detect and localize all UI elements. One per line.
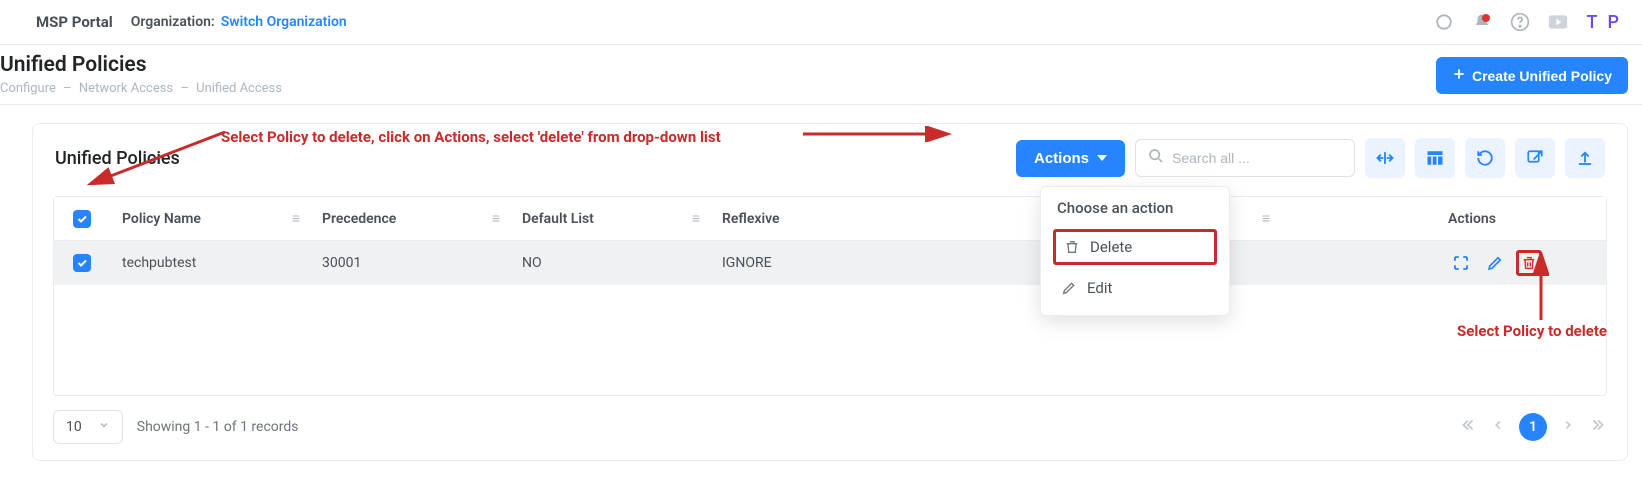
columns-button[interactable] — [1415, 138, 1455, 178]
dropdown-delete-label: Delete — [1090, 238, 1132, 256]
row-checkbox[interactable] — [73, 254, 91, 272]
select-all-checkbox[interactable] — [73, 210, 91, 228]
help-icon[interactable] — [1510, 12, 1530, 32]
breadcrumb-item[interactable]: Configure — [0, 81, 56, 96]
col-default-list[interactable]: Default List ≡ — [510, 197, 710, 240]
caret-down-icon — [1097, 155, 1107, 161]
col-reflexive[interactable]: Reflexive≡ — [710, 197, 1090, 240]
table-row[interactable]: techpubtest 30001 NO IGNORE YES — [54, 241, 1606, 285]
breadcrumb: Configure – Network Access – Unified Acc… — [0, 81, 282, 96]
pager-last[interactable] — [1589, 416, 1607, 438]
notifications-icon[interactable] — [1472, 12, 1492, 32]
actions-button-label: Actions — [1034, 150, 1089, 167]
dropdown-item-edit[interactable]: Edit — [1053, 273, 1217, 303]
plus-icon — [1452, 67, 1466, 84]
dropdown-title: Choose an action — [1053, 199, 1217, 217]
col-policy-name-label: Policy Name — [122, 211, 201, 227]
create-button-label: Create Unified Policy — [1472, 68, 1612, 84]
page-size-select[interactable]: 10 — [53, 410, 123, 444]
annotation-right: Select Policy to delete — [1457, 322, 1607, 340]
upload-button[interactable] — [1565, 138, 1605, 178]
grip-icon: ≡ — [692, 210, 698, 227]
pager-prev[interactable] — [1491, 418, 1505, 436]
status-circle-icon[interactable] — [1434, 12, 1454, 32]
row-expand-button[interactable] — [1448, 250, 1474, 276]
col-policy-name[interactable]: Policy Name ≡ — [110, 197, 310, 240]
resize-columns-button[interactable] — [1365, 138, 1405, 178]
msp-portal-label: MSP Portal — [36, 13, 113, 31]
records-info: Showing 1 - 1 of 1 records — [137, 419, 299, 435]
row-delete-button[interactable] — [1516, 250, 1542, 276]
page-title: Unified Policies — [0, 53, 282, 77]
chevron-down-icon — [98, 419, 110, 435]
pager-first[interactable] — [1459, 416, 1477, 438]
col-actions: Actions — [1436, 197, 1606, 240]
breadcrumb-item[interactable]: Network Access — [79, 81, 173, 96]
search-input[interactable] — [1172, 150, 1342, 166]
grip-icon: ≡ — [492, 210, 498, 227]
col-reflexive-label: Reflexive — [722, 211, 780, 227]
video-icon[interactable] — [1548, 12, 1568, 32]
actions-dropdown-button[interactable]: Actions — [1016, 140, 1125, 177]
grip-icon: ≡ — [292, 210, 298, 227]
col-precedence[interactable]: Precedence ≡ — [310, 197, 510, 240]
user-avatar[interactable]: T P — [1586, 12, 1622, 33]
col-default-list-label: Default List — [522, 211, 594, 227]
annotation-instruction: Select Policy to delete, click on Action… — [221, 128, 721, 146]
col-precedence-label: Precedence — [322, 211, 396, 227]
cell-reflexive: IGNORE — [710, 241, 1090, 285]
cell-policy-name: techpubtest — [110, 241, 310, 285]
page-size-value: 10 — [66, 419, 82, 435]
row-edit-button[interactable] — [1482, 250, 1508, 276]
card-title: Unified Policies — [55, 148, 180, 169]
grip-icon: ≡ — [1262, 210, 1268, 227]
cell-precedence: 30001 — [310, 241, 510, 285]
organization-label: Organization: — [131, 14, 215, 30]
table-header: Policy Name ≡ Precedence ≡ Default List ≡ R… — [54, 197, 1606, 241]
search-input-wrapper[interactable] — [1135, 139, 1355, 177]
dropdown-edit-label: Edit — [1087, 279, 1112, 297]
actions-dropdown-menu: Choose an action Delete Edit — [1040, 186, 1230, 316]
export-button[interactable] — [1515, 138, 1555, 178]
col-actions-label: Actions — [1448, 211, 1496, 227]
create-unified-policy-button[interactable]: Create Unified Policy — [1436, 57, 1628, 94]
refresh-button[interactable] — [1465, 138, 1505, 178]
search-icon — [1148, 148, 1164, 168]
cell-default-list: NO — [510, 241, 710, 285]
breadcrumb-item[interactable]: Unified Access — [196, 81, 282, 96]
dropdown-item-delete[interactable]: Delete — [1053, 229, 1217, 265]
pager-current[interactable]: 1 — [1519, 413, 1547, 441]
switch-organization-link[interactable]: Switch Organization — [221, 14, 347, 30]
pager-next[interactable] — [1561, 418, 1575, 436]
